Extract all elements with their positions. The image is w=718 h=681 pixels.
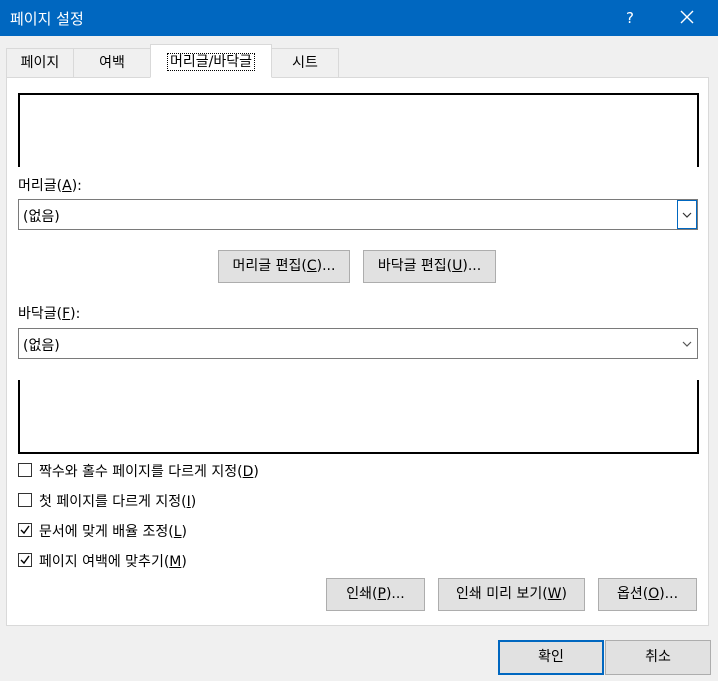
footer-edit-suffix: )... xyxy=(462,258,482,274)
cancel-button[interactable]: 취소 xyxy=(605,640,711,675)
odd-even-checkbox[interactable] xyxy=(18,463,32,477)
footer-edit-key: U xyxy=(452,258,463,274)
print-preview-button[interactable]: 인쇄 미리 보기(W) xyxy=(438,578,585,611)
dialog-title: 페이지 설정 xyxy=(10,10,84,28)
first-page-label: 첫 페이지를 다르게 지정(I) xyxy=(39,494,197,510)
close-button[interactable] xyxy=(672,4,702,32)
chevron-down-icon[interactable] xyxy=(677,329,697,358)
first-page-checkbox[interactable] xyxy=(18,493,32,507)
footer-select[interactable]: (없음) xyxy=(18,328,698,359)
footer-select-value: (없음) xyxy=(23,338,60,354)
chevron-down-icon[interactable] xyxy=(677,200,697,229)
footer-label-suffix: ): xyxy=(70,306,81,322)
cancel-label: 취소 xyxy=(645,649,671,665)
footer-label-key: F xyxy=(62,306,71,322)
footer-edit-label: 바닥글 편집( xyxy=(377,258,453,274)
checkmark-icon xyxy=(20,555,30,565)
header-label-text: 머리글( xyxy=(18,178,63,194)
tab-header-footer-label: 머리글/바닥글 xyxy=(167,53,255,71)
align-margins-checkbox[interactable] xyxy=(18,553,32,567)
header-select[interactable]: (없음) xyxy=(18,199,698,230)
print-preview-suffix: ) xyxy=(561,586,567,602)
tab-page-label: 페이지 xyxy=(20,55,60,71)
print-suffix: )... xyxy=(385,586,405,602)
print-preview-label: 인쇄 미리 보기( xyxy=(456,586,548,602)
scale-with-document-label: 문서에 맞게 배율 조정(L) xyxy=(39,524,188,540)
header-label-suffix: ): xyxy=(71,178,82,194)
help-button[interactable]: ? xyxy=(616,4,644,32)
header-edit-label: 머리글 편집( xyxy=(232,258,307,274)
align-margins-label: 페이지 여백에 맞추기(M) xyxy=(39,554,187,570)
footer-label: 바닥글(F): xyxy=(18,303,80,323)
print-button[interactable]: 인쇄(P)... xyxy=(326,578,425,611)
footer-edit-button[interactable]: 바닥글 편집(U)... xyxy=(363,250,496,283)
header-edit-suffix: )... xyxy=(316,258,336,274)
header-label: 머리글(A): xyxy=(18,175,82,195)
print-preview-key: W xyxy=(547,586,562,602)
tab-header-footer[interactable]: 머리글/바닥글 xyxy=(150,44,272,78)
header-preview xyxy=(18,93,699,167)
ok-button[interactable]: 확인 xyxy=(498,640,604,675)
print-key: P xyxy=(377,586,386,602)
header-label-key: A xyxy=(62,178,72,194)
tab-panel: 머리글(A): (없음) 머리글 편집(C)... 바닥글 편집(U)... 바… xyxy=(6,77,709,626)
header-edit-button[interactable]: 머리글 편집(C)... xyxy=(218,250,350,283)
ok-label: 확인 xyxy=(538,649,564,665)
footer-preview xyxy=(18,380,699,454)
print-label: 인쇄( xyxy=(346,586,378,602)
tab-margins-label: 여백 xyxy=(99,55,125,71)
odd-even-label: 짝수와 홀수 페이지를 다르게 지정(D) xyxy=(39,464,259,480)
scale-with-document-checkbox[interactable] xyxy=(18,523,32,537)
tab-page[interactable]: 페이지 xyxy=(6,48,74,77)
options-label: 옵션( xyxy=(616,586,649,602)
header-edit-key: C xyxy=(306,258,317,274)
options-suffix: )... xyxy=(659,586,679,602)
checkmark-icon xyxy=(20,525,30,535)
title-bar: 페이지 설정 ? xyxy=(0,0,718,36)
footer-label-text: 바닥글( xyxy=(18,306,63,322)
tab-sheet-label: 시트 xyxy=(292,55,318,71)
close-icon xyxy=(680,10,694,24)
options-key: O xyxy=(648,586,660,602)
options-button[interactable]: 옵션(O)... xyxy=(598,578,697,611)
tab-margins[interactable]: 여백 xyxy=(73,48,151,77)
tab-sheet[interactable]: 시트 xyxy=(271,48,339,77)
header-select-value: (없음) xyxy=(23,209,60,225)
